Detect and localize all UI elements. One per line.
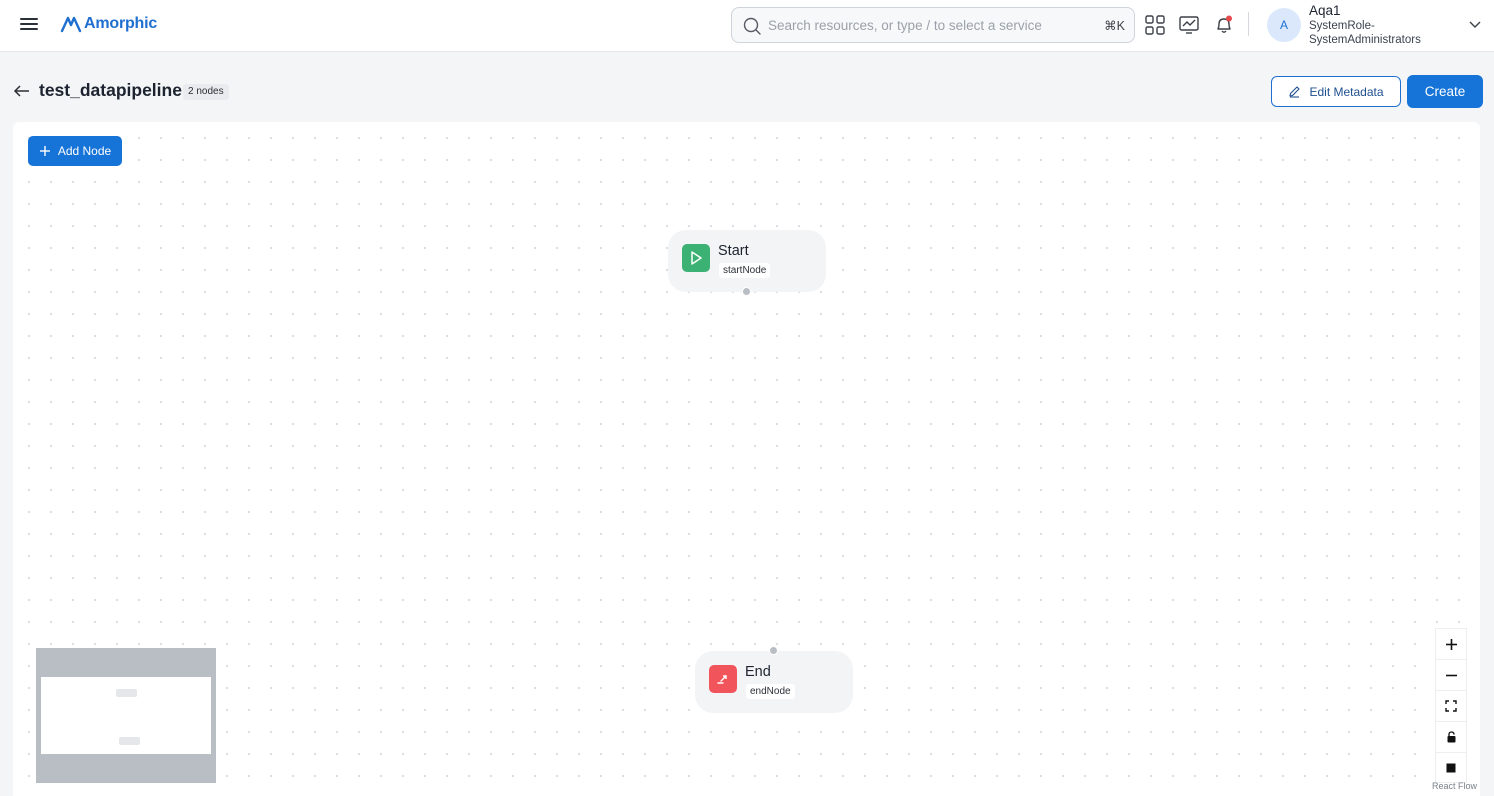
menu-icon[interactable] bbox=[19, 15, 41, 35]
amorphic-logo-icon bbox=[60, 16, 82, 33]
lock-button[interactable] bbox=[1435, 721, 1467, 752]
edit-metadata-button[interactable]: Edit Metadata bbox=[1271, 76, 1401, 107]
fit-view-button[interactable] bbox=[1435, 690, 1467, 721]
user-name: Aqa1 bbox=[1309, 3, 1341, 18]
zoom-out-icon bbox=[1445, 674, 1457, 676]
search-icon bbox=[743, 17, 761, 35]
add-node-button[interactable]: Add Node bbox=[28, 136, 122, 166]
add-node-label: Add Node bbox=[57, 144, 112, 158]
zoom-in-button[interactable] bbox=[1435, 628, 1467, 659]
back-arrow-icon[interactable] bbox=[13, 83, 31, 99]
node-type-badge: startNode bbox=[719, 263, 771, 278]
search-input[interactable] bbox=[768, 14, 1088, 36]
page-title: test_datapipeline bbox=[39, 80, 182, 100]
avatar[interactable]: A bbox=[1267, 8, 1301, 42]
end-node-target-handle[interactable] bbox=[769, 646, 778, 655]
pencil-icon bbox=[1289, 86, 1301, 98]
minimap[interactable] bbox=[36, 648, 216, 783]
interactive-toggle-button[interactable] bbox=[1435, 752, 1467, 783]
node-type-badge: endNode bbox=[746, 684, 795, 699]
search-shortcut: ⌘K bbox=[1104, 19, 1125, 33]
fit-view-icon bbox=[1445, 700, 1457, 712]
node-title: Start bbox=[718, 243, 749, 259]
react-flow-attribution[interactable]: React Flow bbox=[1432, 781, 1477, 791]
node-count-badge: 2 nodes bbox=[183, 84, 229, 100]
top-navigation-bar: Amorphic ⌘K A Aqa1 SystemRole-SystemAdmi… bbox=[0, 0, 1494, 52]
exit-icon bbox=[709, 665, 737, 693]
end-node[interactable]: End endNode bbox=[695, 651, 853, 713]
lock-icon bbox=[1447, 731, 1455, 743]
app-name: Amorphic bbox=[84, 15, 158, 32]
monitor-chart-icon[interactable] bbox=[1178, 14, 1200, 36]
flow-controls bbox=[1435, 628, 1467, 783]
play-icon bbox=[682, 244, 710, 272]
zoom-in-icon bbox=[1445, 638, 1457, 650]
apps-grid-icon[interactable] bbox=[1144, 14, 1166, 36]
user-role: SystemRole-SystemAdministrators bbox=[1309, 20, 1421, 46]
zoom-out-button[interactable] bbox=[1435, 659, 1467, 690]
search-bar[interactable]: ⌘K bbox=[731, 7, 1135, 43]
create-button[interactable]: Create bbox=[1407, 75, 1483, 108]
start-node[interactable]: Start startNode bbox=[668, 230, 826, 292]
square-icon bbox=[1446, 763, 1456, 772]
minimap-node bbox=[116, 689, 137, 697]
header-divider bbox=[1248, 12, 1249, 36]
edit-metadata-label: Edit Metadata bbox=[1309, 84, 1384, 99]
start-node-source-handle[interactable] bbox=[742, 287, 751, 296]
chevron-down-icon[interactable] bbox=[1468, 17, 1482, 31]
minimap-node bbox=[119, 737, 140, 745]
plus-icon bbox=[39, 146, 50, 156]
app-logo[interactable]: Amorphic bbox=[60, 12, 157, 36]
bell-icon[interactable] bbox=[1213, 14, 1235, 36]
node-title: End bbox=[745, 664, 771, 680]
